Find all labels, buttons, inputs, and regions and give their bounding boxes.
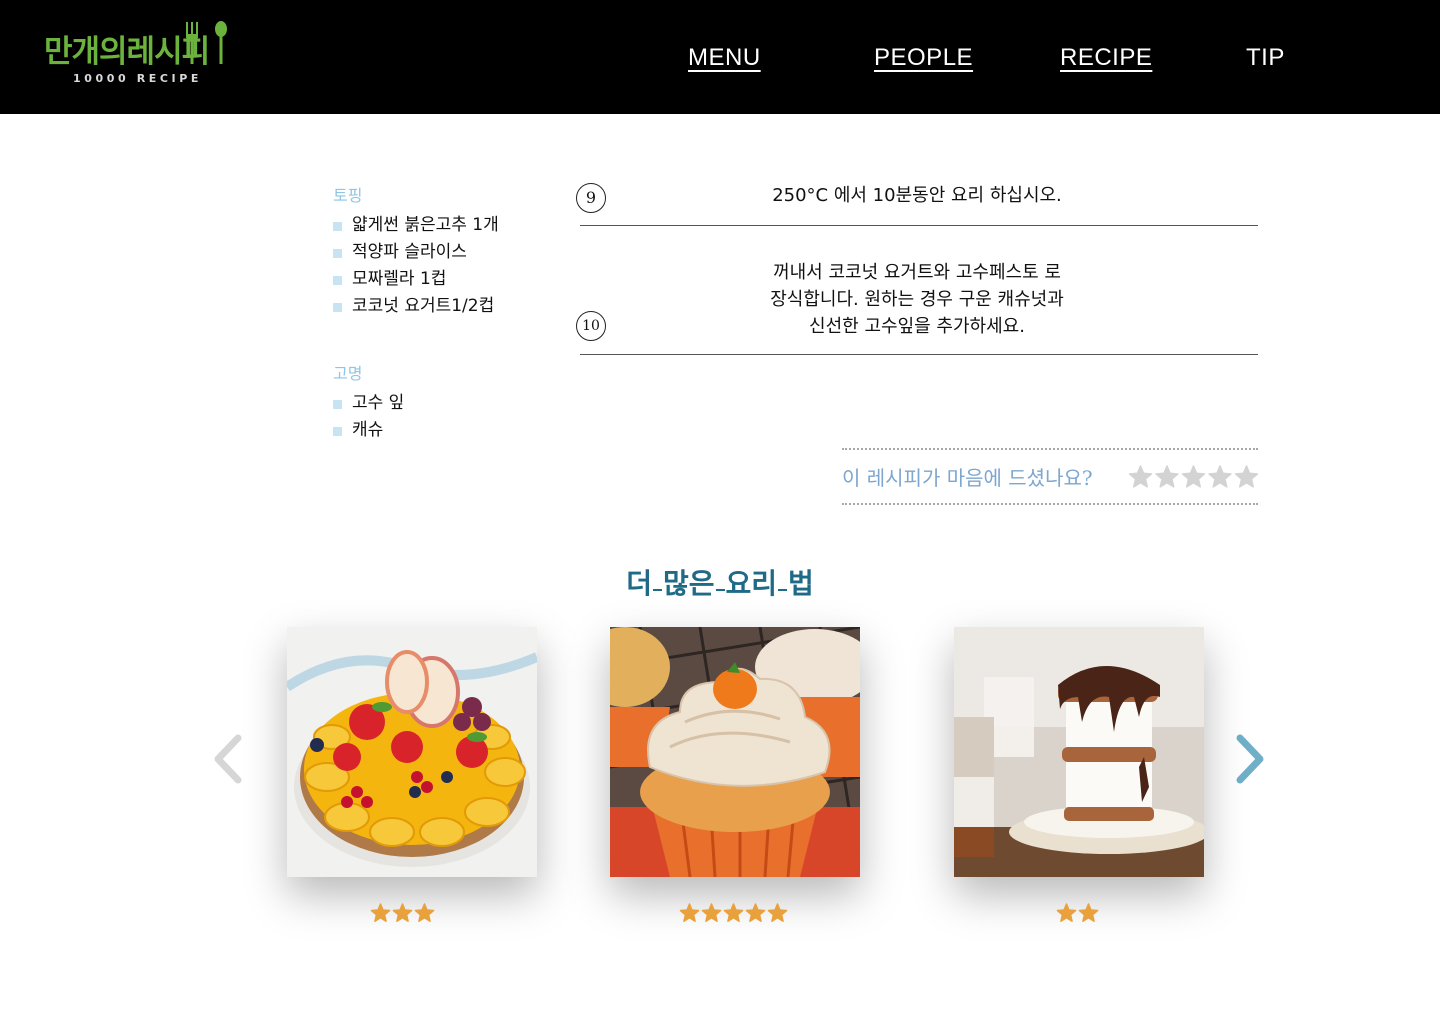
star-icon bbox=[392, 903, 413, 922]
recipe-step-9: 9 250°C 에서 10분동안 요리 하십시오. bbox=[576, 180, 1258, 227]
word-separator bbox=[715, 589, 725, 591]
site-header: 만개의레시피 10000 RECIPE MENU PEOPLE RECIPE T… bbox=[0, 0, 1440, 114]
ingredient-item: 모짜렐라 1컵 bbox=[333, 266, 499, 293]
star-icon bbox=[767, 903, 788, 922]
more-recipes-title: 더 많은 요리 법 bbox=[0, 562, 1440, 602]
more-recipes-title-word: 법 bbox=[788, 567, 814, 600]
ingredient-group-garnish: 고명 고수 잎 캐슈 bbox=[333, 360, 404, 444]
ingredient-item: 캐슈 bbox=[333, 417, 404, 444]
ingredient-heading: 토핑 bbox=[333, 186, 363, 205]
star-icon[interactable] bbox=[1155, 465, 1179, 488]
star-icon[interactable] bbox=[1208, 465, 1232, 488]
star-icon bbox=[414, 903, 435, 922]
word-separator bbox=[652, 589, 662, 591]
bullet bbox=[333, 400, 342, 409]
ingredient-group-topping: 토핑 얇게썬 붉은고추 1개 적양파 슬라이스 모짜렐라 1컵 코코넛 요거트1… bbox=[333, 182, 499, 320]
nav-menu[interactable]: MENU bbox=[688, 44, 761, 72]
star-icon bbox=[701, 903, 722, 922]
bullet bbox=[333, 303, 342, 312]
star-icon bbox=[745, 903, 766, 922]
ingredient-item: 적양파 슬라이스 bbox=[333, 239, 499, 266]
spoon-icon bbox=[215, 21, 227, 64]
rating-question: 이 레시피가 마음에 드셨나요? bbox=[842, 466, 1093, 490]
logo-subtext: 10000 RECIPE bbox=[73, 72, 203, 85]
more-recipes-title-word: 더 bbox=[626, 567, 652, 600]
ice-cream-sandwich-image bbox=[954, 627, 1204, 877]
more-recipes-title-word: 요리 bbox=[725, 567, 778, 600]
star-icon bbox=[723, 903, 744, 922]
more-recipes-title-word: 많은 bbox=[662, 567, 715, 600]
rating-stars-input[interactable] bbox=[1128, 464, 1258, 490]
step-divider bbox=[580, 354, 1258, 355]
step-text-line: 꺼내서 코코넛 요거트와 고수페스토 로 bbox=[773, 262, 1061, 283]
bullet bbox=[333, 276, 342, 285]
star-icon bbox=[1078, 903, 1099, 922]
ingredient-list: 고수 잎 캐슈 bbox=[333, 390, 404, 444]
pumpkin-cupcake-image bbox=[610, 627, 860, 877]
step-text: 250°C 에서 10분동안 요리 하십시오. bbox=[576, 182, 1258, 209]
nav-tip[interactable]: TIP bbox=[1246, 44, 1285, 72]
star-icon[interactable] bbox=[1234, 465, 1258, 488]
step-divider bbox=[580, 225, 1258, 226]
ingredient-label: 캐슈 bbox=[352, 420, 384, 440]
card-rating-stars bbox=[370, 903, 435, 922]
ingredient-item: 코코넛 요거트1/2컵 bbox=[333, 293, 499, 320]
bullet bbox=[333, 249, 342, 258]
star-icon bbox=[370, 903, 391, 922]
chevron-left-icon[interactable] bbox=[206, 734, 246, 784]
fork-icon bbox=[186, 22, 198, 64]
nav-people[interactable]: PEOPLE bbox=[874, 44, 973, 72]
bullet bbox=[333, 427, 342, 436]
card-rating-stars bbox=[679, 903, 788, 922]
recipe-card-fruit-tart[interactable] bbox=[287, 627, 537, 877]
rating-prompt: 이 레시피가 마음에 드셨나요? bbox=[842, 448, 1258, 505]
card-rating-stars bbox=[1056, 903, 1099, 922]
recipe-card-pumpkin-cupcake[interactable] bbox=[610, 627, 860, 877]
ingredient-label: 모짜렐라 1컵 bbox=[352, 269, 447, 289]
word-separator bbox=[778, 589, 788, 591]
ingredient-item: 고수 잎 bbox=[333, 390, 404, 417]
ingredient-heading: 고명 bbox=[333, 364, 363, 383]
chevron-right-icon[interactable] bbox=[1232, 734, 1272, 784]
star-icon bbox=[1056, 903, 1077, 922]
ingredient-item: 얇게썬 붉은고추 1개 bbox=[333, 212, 499, 239]
step-text-line: 장식합니다. 원하는 경우 구운 캐슈넛과 bbox=[770, 289, 1064, 310]
step-text-line: 신선한 고수잎을 추가하세요. bbox=[809, 316, 1025, 337]
ingredient-label: 고수 잎 bbox=[352, 393, 405, 413]
recipe-step-10: 10 꺼내서 코코넛 요거트와 고수페스토 로 장식합니다. 원하는 경우 구운… bbox=[576, 258, 1258, 356]
ingredient-label: 얇게썬 붉은고추 1개 bbox=[352, 215, 499, 235]
step-text-line: 250°C 에서 10분동안 요리 하십시오. bbox=[772, 185, 1062, 206]
ingredient-label: 적양파 슬라이스 bbox=[352, 242, 467, 262]
site-logo[interactable]: 만개의레시피 10000 RECIPE bbox=[44, 20, 244, 90]
ingredient-label: 코코넛 요거트1/2컵 bbox=[352, 296, 495, 316]
step-text: 꺼내서 코코넛 요거트와 고수페스토 로 장식합니다. 원하는 경우 구운 캐슈… bbox=[576, 259, 1258, 340]
ingredient-list: 얇게썬 붉은고추 1개 적양파 슬라이스 모짜렐라 1컵 코코넛 요거트1/2컵 bbox=[333, 212, 499, 320]
star-icon[interactable] bbox=[1128, 465, 1153, 488]
bullet bbox=[333, 222, 342, 231]
fruit-tart-image bbox=[287, 627, 537, 877]
star-icon bbox=[679, 903, 700, 922]
nav-recipe[interactable]: RECIPE bbox=[1060, 44, 1152, 72]
star-icon[interactable] bbox=[1181, 465, 1206, 488]
recipe-card-ice-cream-sandwich[interactable] bbox=[954, 627, 1204, 877]
